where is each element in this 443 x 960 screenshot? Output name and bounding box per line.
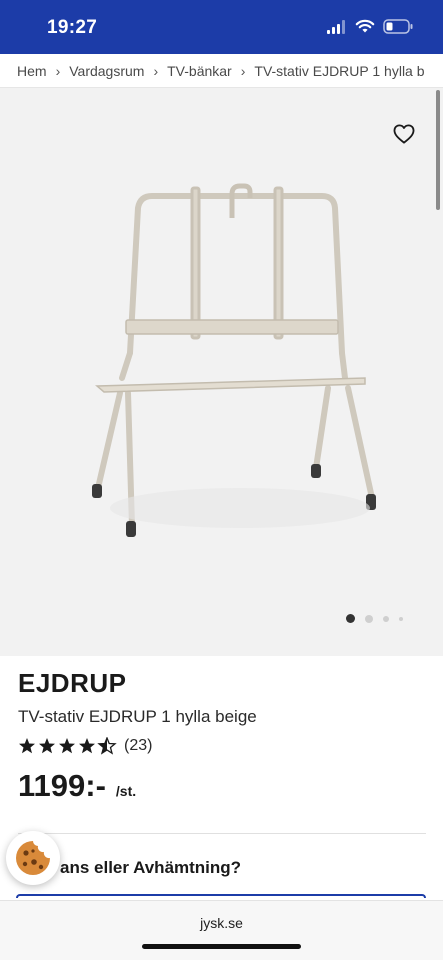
battery-icon — [383, 19, 413, 34]
divider — [18, 833, 426, 834]
page-scrollbar[interactable] — [436, 90, 440, 210]
breadcrumb-item-hem[interactable]: Hem — [17, 63, 47, 79]
price-value: 1199:- — [18, 768, 106, 803]
wifi-icon — [355, 19, 375, 33]
tv-stand-rails — [190, 183, 284, 340]
gallery-dot[interactable] — [399, 616, 403, 621]
price-unit: /st. — [115, 783, 137, 799]
gallery-dot-active[interactable] — [346, 614, 355, 623]
status-time: 19:27 — [47, 17, 98, 38]
breadcrumb-item-current[interactable]: TV-stativ EJDRUP 1 hylla b — [254, 63, 424, 79]
cookie-icon — [16, 841, 50, 875]
product-rating[interactable]: (23) — [18, 737, 152, 755]
product-image — [92, 183, 376, 537]
product-brand: EJDRUP — [18, 668, 127, 698]
delivery-question: ans eller Avhämtning? — [60, 858, 242, 877]
tv-stand-frame — [95, 193, 375, 529]
delivery-option-box[interactable] — [16, 894, 426, 898]
gallery-dot[interactable] — [383, 615, 389, 622]
chevron-right-icon: › — [153, 62, 159, 79]
gallery-dot[interactable] — [365, 614, 373, 623]
cookie-settings-button[interactable] — [6, 831, 60, 885]
breadcrumb-item-tv-bankar[interactable]: TV-bänkar — [167, 63, 232, 79]
heart-icon[interactable] — [393, 124, 415, 144]
product-price: 1199:- /st. — [18, 768, 136, 804]
url-text[interactable]: jysk.se — [0, 915, 443, 931]
gallery-pagination[interactable] — [346, 614, 403, 623]
star-rating-icon — [19, 737, 116, 754]
chevron-right-icon: › — [55, 62, 61, 79]
status-icons — [327, 19, 413, 34]
breadcrumb: Hem › Vardagsrum › TV-bänkar › TV-stativ… — [0, 54, 443, 88]
status-bar: 19:27 — [0, 0, 443, 54]
browser-address-bar[interactable]: jysk.se — [0, 900, 443, 960]
breadcrumb-item-vardagsrum[interactable]: Vardagsrum — [69, 63, 144, 79]
rating-count[interactable]: (23) — [124, 737, 152, 755]
signal-icon — [327, 19, 345, 34]
floor-shadow — [110, 488, 370, 528]
home-indicator[interactable] — [142, 944, 301, 949]
product-title: TV-stativ EJDRUP 1 hylla beige — [18, 707, 257, 726]
chevron-right-icon: › — [240, 62, 246, 79]
product-gallery[interactable] — [0, 88, 443, 656]
tv-stand-crossbar — [125, 319, 339, 335]
